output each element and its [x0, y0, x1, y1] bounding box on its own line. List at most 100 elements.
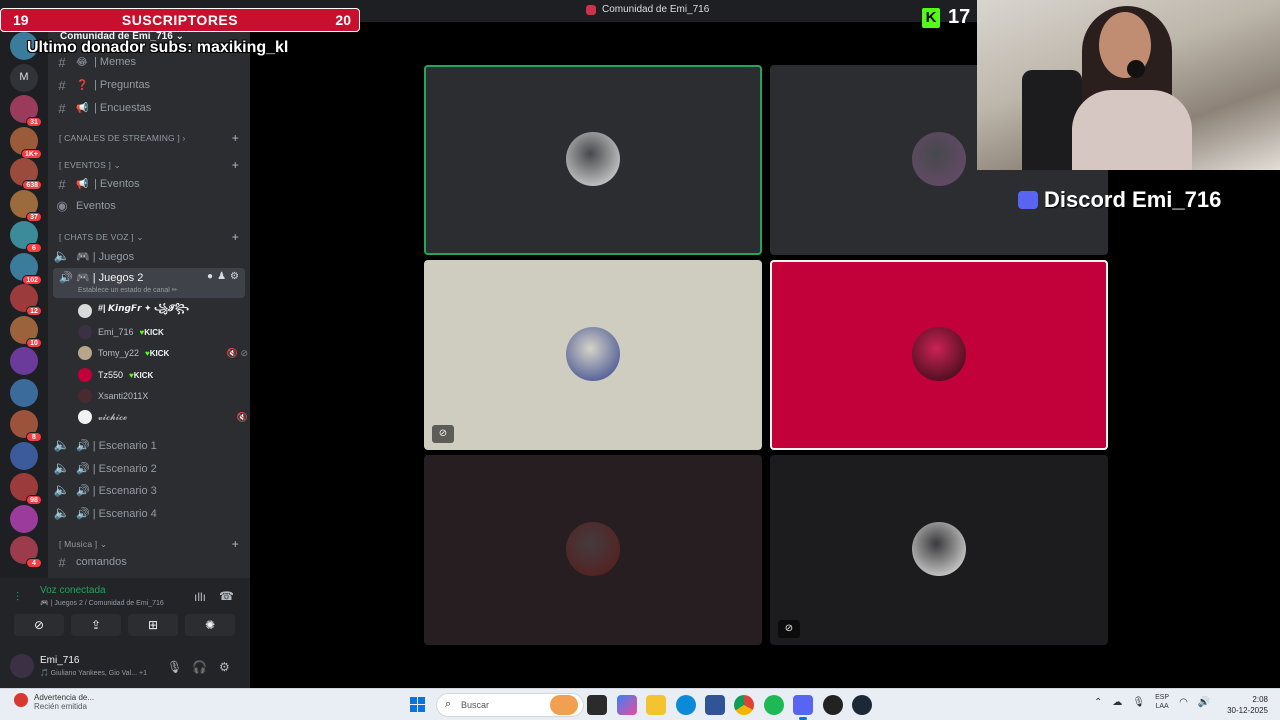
- cloud-icon[interactable]: ☁: [1112, 697, 1122, 708]
- discord-icon[interactable]: [793, 695, 813, 720]
- voice-member[interactable]: Emi_716 KICK: [78, 323, 248, 341]
- voice-channel-escenario-1[interactable]: 🔈 🔊 | Escenario 1: [48, 435, 250, 455]
- voice-channel-escenario-3[interactable]: 🔈 🔊 | Escenario 3: [48, 480, 250, 500]
- voice-channel-juegos-2[interactable]: 🔊 🎮 | Juegos 2 Establece un estado de ca…: [53, 268, 245, 298]
- channel-label: 🔊 | Escenario 2: [76, 462, 157, 475]
- channel-eventos[interactable]: # 📢 | Eventos: [48, 174, 250, 194]
- server-icon[interactable]: [10, 504, 38, 533]
- category-streaming[interactable]: [ CANALES DE STREAMING ] › +: [59, 131, 239, 145]
- screen-share-button[interactable]: ⇪: [71, 614, 121, 636]
- server-icon[interactable]: 12: [10, 284, 42, 316]
- participant-tile[interactable]: [770, 260, 1108, 450]
- invite-icon[interactable]: ♟: [217, 271, 226, 282]
- search-placeholder: Buscar: [461, 700, 490, 710]
- speaker-icon: 🔈: [53, 505, 71, 520]
- spotify-icon[interactable]: [764, 695, 784, 715]
- voice-member[interactable]: Tz550 KICK: [78, 366, 248, 384]
- volume-icon[interactable]: 🔊: [1198, 697, 1210, 708]
- soundboard-button[interactable]: ✺: [185, 614, 235, 636]
- channel-comandos[interactable]: # comandos: [48, 552, 250, 572]
- member-name: Emi_716: [98, 327, 134, 337]
- add-channel-icon[interactable]: +: [232, 131, 239, 145]
- gear-icon[interactable]: ⚙: [219, 660, 230, 674]
- edge-icon[interactable]: [676, 695, 696, 715]
- chrome-icon[interactable]: [734, 695, 754, 715]
- server-icon[interactable]: 6: [10, 221, 42, 253]
- clock[interactable]: 2:08 30-12-2025: [1227, 694, 1268, 716]
- widget-icon[interactable]: [550, 695, 578, 715]
- voice-channel-juegos[interactable]: 🔈 🎮 | Juegos: [48, 246, 250, 266]
- participant-tile[interactable]: ⊘: [770, 455, 1108, 645]
- notification-widget[interactable]: Advertencia de... Recién emitida: [14, 693, 94, 711]
- server-icon[interactable]: [10, 347, 38, 375]
- avatar: [78, 304, 92, 318]
- speaker-active-icon: 🔊: [59, 272, 73, 284]
- kick-logo-icon: K: [922, 7, 940, 28]
- store-icon[interactable]: [705, 695, 725, 715]
- obs-icon[interactable]: [823, 695, 843, 715]
- headphones-icon[interactable]: 🎧: [192, 660, 207, 674]
- steam-icon[interactable]: [852, 695, 872, 715]
- stage-eventos[interactable]: ◉ Eventos: [48, 196, 250, 216]
- disconnect-icon[interactable]: ☎: [219, 589, 234, 603]
- microphone-icon[interactable]: 🎙: [1132, 697, 1145, 708]
- camera-button[interactable]: ⊘: [14, 614, 64, 636]
- gear-icon[interactable]: ⚙: [230, 271, 239, 282]
- voice-member[interactable]: 𝓿𝓲𝓬𝓱𝓲𝓬𝓮 🔇: [78, 408, 248, 426]
- participant-avatar: [566, 327, 620, 381]
- server-icon[interactable]: [10, 441, 38, 470]
- server-icon[interactable]: 1K+: [10, 126, 42, 159]
- language-indicator[interactable]: ESP LAA: [1155, 693, 1169, 711]
- server-icon[interactable]: 638: [10, 158, 42, 190]
- channel-label: 🎮 | Juegos: [76, 250, 135, 263]
- participant-tile[interactable]: ⊘: [424, 260, 762, 450]
- start-button[interactable]: [410, 697, 426, 713]
- category-eventos[interactable]: [ EVENTOS ] ⌄ +: [59, 158, 239, 172]
- voice-member[interactable]: #| 𝙆𝙞𝙣𝙜𝙁𝙧 ✦ ꧁𝓣꧂: [78, 302, 248, 320]
- channel-label: comandos: [76, 556, 127, 568]
- microphone-icon[interactable]: 🎙: [167, 660, 182, 674]
- voice-member[interactable]: Tomy_y22 KICK 🔇 ⊘: [78, 344, 248, 362]
- participant-tile[interactable]: [424, 65, 762, 255]
- add-channel-icon[interactable]: +: [232, 537, 239, 551]
- server-icon[interactable]: 37: [10, 189, 42, 222]
- signal-icon[interactable]: ⫶: [16, 590, 19, 605]
- voice-channel-escenario-2[interactable]: 🔈 🔊 | Escenario 2: [48, 458, 250, 478]
- avatar: [78, 389, 92, 403]
- server-icon[interactable]: 10: [10, 315, 42, 348]
- mention-badge: 8: [26, 432, 42, 442]
- chat-icon[interactable]: ●: [207, 271, 213, 282]
- muted-icon: 🔇 ⊘: [226, 347, 248, 358]
- wifi-icon[interactable]: ◠: [1179, 697, 1188, 708]
- avatar[interactable]: [10, 654, 34, 678]
- server-icon[interactable]: 98: [10, 473, 42, 505]
- channel-preguntas[interactable]: # ❓ | Preguntas: [48, 75, 250, 95]
- add-channel-icon[interactable]: +: [232, 158, 239, 172]
- avatar: [78, 410, 92, 424]
- server-icon[interactable]: 4: [10, 536, 42, 568]
- chevron-up-icon[interactable]: ⌃: [1094, 697, 1102, 708]
- server-icon[interactable]: M: [10, 63, 38, 92]
- copilot-icon[interactable]: [617, 695, 637, 715]
- server-icon[interactable]: 31: [10, 95, 42, 127]
- voice-channel-escenario-4[interactable]: 🔈 🔊 | Escenario 4: [48, 503, 250, 523]
- server-icon[interactable]: 102: [10, 252, 42, 285]
- server-icon[interactable]: 8: [10, 410, 42, 442]
- noise-suppression-icon[interactable]: ıllı: [194, 590, 206, 604]
- channel-status-prompt[interactable]: Establece un estado de canal ✏: [78, 286, 178, 294]
- search-icon: ⌕: [445, 698, 452, 710]
- category-musica[interactable]: [ Musica ] ⌄ +: [59, 537, 239, 551]
- member-name: Xsanti2011X: [98, 391, 149, 401]
- activities-button[interactable]: ⊞: [128, 614, 178, 636]
- user-name[interactable]: Emi_716: [40, 655, 79, 666]
- task-view-icon[interactable]: [587, 695, 607, 715]
- voice-status[interactable]: Voz conectada: [40, 585, 106, 596]
- add-channel-icon[interactable]: +: [232, 230, 239, 244]
- participant-tile[interactable]: [424, 455, 762, 645]
- category-voz[interactable]: [ CHATS DE VOZ ] ⌄ +: [59, 230, 239, 244]
- voice-member[interactable]: Xsanti2011X: [78, 387, 248, 405]
- voice-channel-path[interactable]: 🎮 | Juegos 2 / Comunidad de Emi_716: [40, 599, 164, 607]
- server-icon[interactable]: [10, 378, 38, 407]
- channel-encuestas[interactable]: # 📢 | Encuestas: [48, 98, 250, 118]
- file-explorer-icon[interactable]: [646, 695, 666, 715]
